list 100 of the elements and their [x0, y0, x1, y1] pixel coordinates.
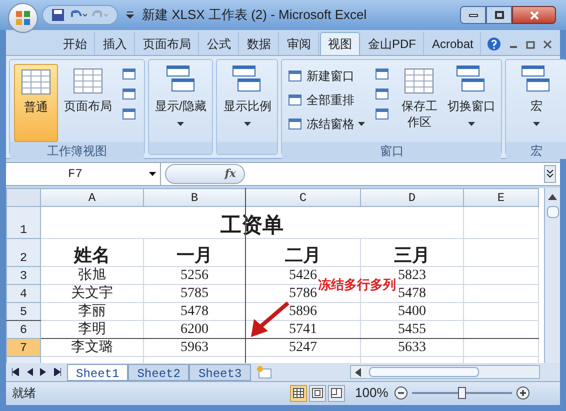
- table-cell: 5633: [398, 340, 426, 355]
- column-heading: 三月: [394, 245, 430, 265]
- view-icon: [375, 88, 390, 100]
- row-header[interactable]: 4: [6, 284, 40, 302]
- sheet-tab[interactable]: Sheet3: [189, 364, 251, 380]
- zoom-slider[interactable]: [412, 386, 512, 400]
- caret-icon: [532, 122, 540, 126]
- table-cell: 5478: [398, 286, 426, 301]
- column-header[interactable]: D: [360, 188, 464, 206]
- view-icon: [375, 68, 390, 80]
- table-cell: 5963: [180, 340, 208, 355]
- row-header[interactable]: 3: [6, 266, 40, 284]
- annotation-arrow: [250, 301, 290, 339]
- sheet-nav-icon[interactable]: [54, 368, 61, 376]
- column-heading: 姓名: [74, 245, 110, 265]
- restore-icon[interactable]: [526, 40, 535, 48]
- scrollbar-thumb[interactable]: [369, 367, 479, 377]
- table-cell: 5478: [180, 304, 208, 319]
- group-label: 窗口: [380, 142, 404, 160]
- customize-caret-icon[interactable]: [126, 11, 134, 19]
- row-header[interactable]: 5: [6, 302, 40, 320]
- sheet-tab[interactable]: Sheet2: [128, 364, 190, 380]
- ribbon-small-button[interactable]: 全部重排: [286, 90, 368, 110]
- close-icon: [530, 10, 538, 20]
- scroll-left-icon[interactable]: [355, 368, 361, 376]
- table-cell: 5400: [398, 304, 426, 319]
- table-cell: 关文宇: [71, 286, 113, 301]
- window-icon: [288, 94, 302, 106]
- name-box[interactable]: F7: [6, 163, 161, 185]
- table-cell: 5455: [398, 322, 426, 337]
- column-header[interactable]: C: [246, 188, 360, 206]
- ribbon-dropdown-button[interactable]: 显示/隐藏: [153, 64, 208, 142]
- table-cell: 6200: [180, 322, 208, 337]
- office-button[interactable]: [8, 3, 38, 33]
- office-logo-icon: [15, 10, 31, 26]
- table-cell: 李明: [78, 322, 106, 337]
- sheet-icon: [404, 68, 434, 94]
- minimize-button[interactable]: [460, 6, 486, 24]
- window-icon: [288, 118, 302, 130]
- annotation-label: 冻结多行多列: [318, 277, 396, 293]
- group-footer: [149, 142, 212, 154]
- view-icon: [122, 88, 136, 100]
- table-cell: 5785: [180, 286, 208, 301]
- ribbon-button[interactable]: 页面布局: [62, 64, 114, 142]
- zoom-level[interactable]: 100%: [355, 383, 388, 403]
- caret-icon: [468, 122, 475, 126]
- group-label: 工作簿视图: [47, 142, 107, 160]
- ribbon-small-button[interactable]: 新建窗口: [286, 66, 368, 86]
- table-cell: 5741: [289, 322, 317, 337]
- column-heading: 二月: [285, 245, 321, 265]
- view-button[interactable]: [309, 384, 326, 402]
- ribbon-dropdown-button[interactable]: 宏: [510, 64, 562, 142]
- scroll-up-icon[interactable]: [548, 194, 557, 200]
- row-header[interactable]: 1: [6, 206, 40, 238]
- ribbon-button[interactable]: 保存工作区: [397, 64, 442, 142]
- table-cell: 李丽: [78, 304, 106, 319]
- view-button[interactable]: [328, 384, 345, 402]
- status-text: 就绪: [11, 385, 37, 402]
- function-label[interactable]: fx: [224, 166, 236, 182]
- window-icon: [521, 64, 552, 94]
- save-icon[interactable]: [51, 8, 65, 22]
- ribbon-dropdown-button[interactable]: 切换窗口: [445, 64, 498, 142]
- caret-icon: [358, 122, 366, 126]
- sheet-icon: [21, 69, 51, 95]
- column-heading: 一月: [176, 245, 212, 265]
- window-icon: [288, 70, 302, 82]
- help-icon[interactable]: [487, 37, 501, 51]
- table-cell: 张旭: [78, 268, 106, 283]
- view-button[interactable]: [290, 384, 307, 402]
- table-cell: 5786: [289, 286, 317, 301]
- row-header[interactable]: 2: [6, 238, 40, 266]
- zoom-in-icon[interactable]: [516, 386, 530, 400]
- column-header[interactable]: B: [144, 188, 246, 206]
- ribbon-tab[interactable]: 视图: [320, 32, 360, 55]
- row-header[interactable]: 6: [6, 320, 40, 338]
- close-button[interactable]: [512, 6, 556, 24]
- close-icon[interactable]: [543, 40, 552, 48]
- grid-view-icon: [293, 388, 304, 398]
- restore-button[interactable]: [486, 6, 512, 24]
- zoom-out-icon[interactable]: [394, 386, 408, 400]
- table-cell: 5256: [180, 268, 208, 283]
- zoom-slider-thumb[interactable]: [458, 387, 466, 399]
- column-header[interactable]: E: [464, 188, 538, 206]
- ribbon-small-button[interactable]: 冻结窗格: [286, 114, 368, 134]
- table-cell: 5426: [289, 268, 317, 283]
- row-header[interactable]: 7: [6, 338, 40, 356]
- scrollbar-thumb[interactable]: [546, 206, 558, 218]
- column-header[interactable]: A: [40, 188, 144, 206]
- ribbon-button[interactable]: 普通: [14, 64, 58, 142]
- view-icon: [122, 108, 136, 120]
- sheet-tab[interactable]: Sheet1: [67, 364, 128, 380]
- window-icon: [456, 64, 486, 94]
- expand-icon[interactable]: [544, 165, 556, 183]
- new-sheet-icon[interactable]: [254, 365, 273, 379]
- sheet-icon: [73, 68, 103, 94]
- sheet-nav-icon[interactable]: [12, 368, 19, 376]
- table-cell: 5896: [289, 304, 317, 319]
- table-cell: 5823: [398, 268, 426, 283]
- view-icon: [122, 68, 136, 80]
- ribbon-dropdown-button[interactable]: 显示比例: [221, 64, 274, 142]
